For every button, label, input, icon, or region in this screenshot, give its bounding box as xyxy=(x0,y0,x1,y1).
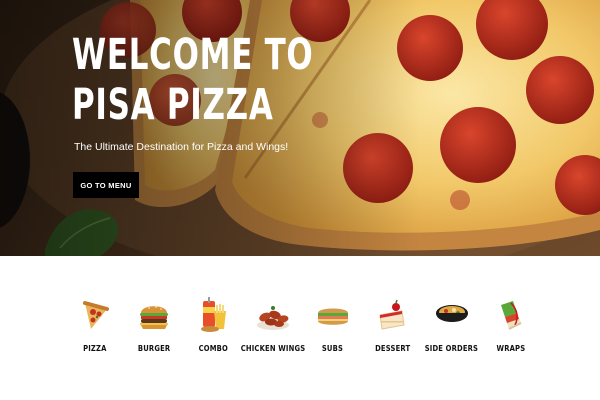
category-nav: PIZZA BURGER COMBO CHICKEN WINGS SUBS DE… xyxy=(65,295,541,365)
hero-title-line-2: PISA PIZZA xyxy=(72,80,274,130)
category-dessert[interactable]: DESSERT xyxy=(363,295,423,365)
hero-title-line-1: WELCOME TO xyxy=(72,30,314,80)
wrap-icon xyxy=(501,301,522,330)
cake-slice-icon xyxy=(379,299,405,330)
combo-meal-icon xyxy=(200,297,226,332)
category-wraps[interactable]: WRAPS xyxy=(482,295,542,365)
hero-banner: WELCOME TO PISA PIZZA The Ultimate Desti… xyxy=(0,0,600,256)
category-chicken-wings[interactable]: CHICKEN WINGS xyxy=(240,295,306,365)
hero-title: WELCOME TO PISA PIZZA xyxy=(72,30,314,130)
category-side-orders[interactable]: SIDE ORDERS xyxy=(422,295,482,365)
category-label: PIZZA xyxy=(82,344,107,353)
go-to-menu-button[interactable]: GO TO MENU xyxy=(73,172,139,198)
category-label: SUBS xyxy=(322,344,344,353)
side-bowl-icon xyxy=(435,305,468,322)
category-burger[interactable]: BURGER xyxy=(125,295,185,365)
category-label: BURGER xyxy=(138,344,171,353)
pizza-slice-icon xyxy=(82,301,109,329)
burger-icon xyxy=(140,306,169,329)
category-label: SIDE ORDERS xyxy=(425,344,479,353)
sub-sandwich-icon xyxy=(317,308,348,325)
chicken-wings-icon xyxy=(257,306,290,330)
category-combo[interactable]: COMBO xyxy=(184,295,244,365)
category-label: WRAPS xyxy=(496,344,526,353)
category-label: DESSERT xyxy=(374,344,410,353)
hero-subtitle: The Ultimate Destination for Pizza and W… xyxy=(74,141,289,153)
category-label: CHICKEN WINGS xyxy=(240,344,306,353)
category-pizza[interactable]: PIZZA xyxy=(65,295,125,365)
category-subs[interactable]: SUBS xyxy=(303,295,363,365)
category-label: COMBO xyxy=(199,344,229,353)
